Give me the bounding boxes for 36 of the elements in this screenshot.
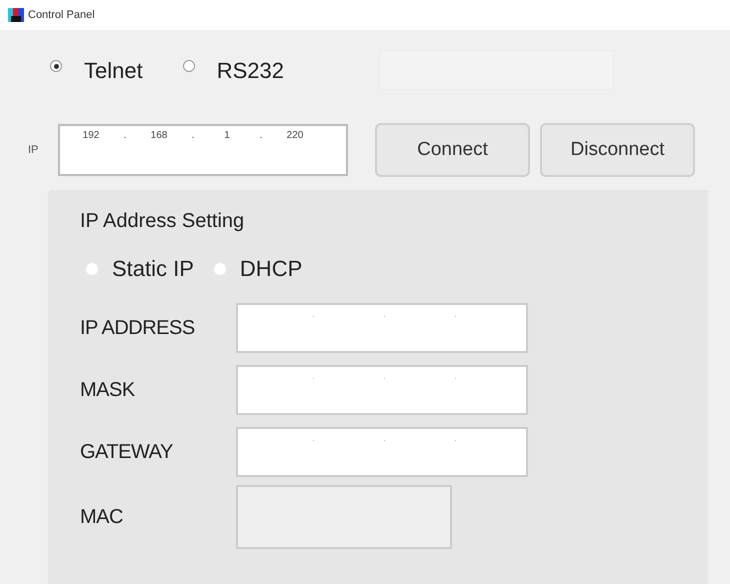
ip-separator: . — [382, 308, 387, 322]
ip-octet: . — [190, 129, 196, 143]
ip-separator: . — [453, 308, 458, 322]
ip-label: IP — [27, 142, 40, 158]
group-title: IP Address Setting — [80, 209, 246, 234]
mac-field[interactable] — [236, 485, 452, 549]
ip-octet: 1 — [223, 129, 231, 143]
field-label: MASK — [80, 378, 136, 403]
ip-separator: . — [311, 308, 316, 322]
ip-separator: . — [311, 370, 316, 384]
field-label: GATEWAY — [80, 440, 174, 465]
radio-button[interactable] — [182, 60, 195, 72]
ip-separator: . — [453, 370, 458, 384]
radio-label[interactable]: Static IP — [112, 252, 194, 285]
disconnect-button[interactable]: Disconnect — [540, 123, 695, 177]
ip-octet: . — [258, 129, 264, 143]
ip-octet: 168 — [150, 129, 168, 143]
radio-label[interactable]: DHCP — [240, 252, 302, 285]
app-icon — [8, 8, 24, 22]
ip-separator: . — [311, 432, 316, 446]
radio-label[interactable]: RS232 — [216, 54, 284, 86]
window-title: Control Panel — [28, 8, 95, 23]
field-label: MAC — [80, 505, 124, 530]
ip-separator: . — [382, 370, 387, 384]
field-label: IP ADDRESS — [80, 316, 196, 341]
ip-separator: . — [382, 432, 387, 446]
ip-octet: 192 — [82, 129, 100, 143]
connect-button[interactable]: Connect — [375, 123, 530, 177]
radio-button[interactable] — [86, 262, 98, 274]
radio-label[interactable]: Telnet — [84, 54, 143, 86]
ip-octet: . — [122, 129, 128, 143]
ip-address-field[interactable]: 192 . 168 . 1 . 220 — [58, 124, 348, 176]
ip-separator: . — [453, 432, 458, 446]
ip-octet: 220 — [286, 129, 304, 143]
radio-button[interactable] — [50, 60, 62, 72]
radio-button[interactable] — [214, 262, 226, 274]
